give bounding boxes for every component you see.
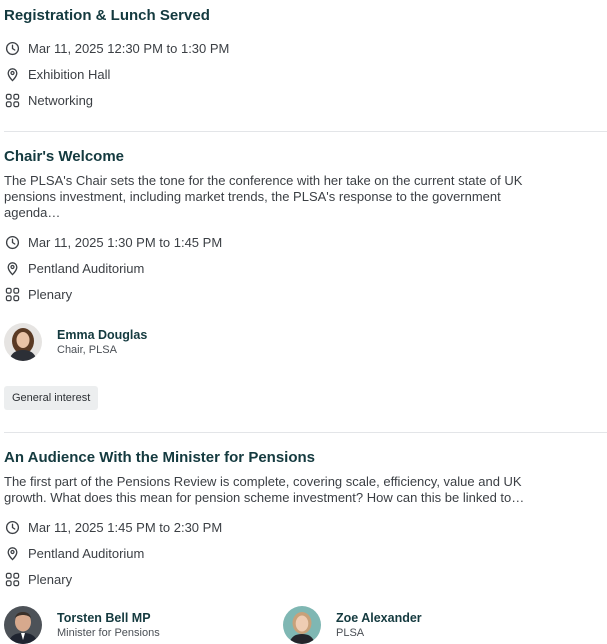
location-pin-icon	[4, 66, 20, 82]
session-track: Plenary	[4, 566, 607, 592]
session-title[interactable]: Chair's Welcome	[4, 147, 607, 167]
session-datetime: Mar 11, 2025 12:30 PM to 1:30 PM	[4, 35, 607, 61]
speaker-list: Torsten Bell MP Minister for Pensions Zo…	[4, 606, 607, 644]
session-location: Pentland Auditorium	[4, 540, 607, 566]
session-location: Exhibition Hall	[4, 61, 607, 87]
speaker-role: Minister for Pensions	[57, 626, 160, 639]
clock-icon	[4, 519, 20, 535]
grid-icon	[4, 286, 20, 302]
speaker-role: PLSA	[336, 626, 365, 639]
grid-icon	[4, 92, 20, 108]
topic-tag[interactable]: General interest	[4, 386, 99, 410]
session-registration-lunch[interactable]: Registration & Lunch Served Mar 11, 2025…	[0, 0, 607, 131]
speaker-card[interactable]: Torsten Bell MP Minister for Pensions	[4, 606, 283, 644]
session-description: The first part of the Pensions Review is…	[4, 474, 525, 505]
session-location: Pentland Auditorium	[4, 255, 607, 281]
speaker-card[interactable]: Emma Douglas Chair, PLSA	[4, 323, 147, 361]
session-datetime: Mar 11, 2025 1:45 PM to 2:30 PM	[4, 514, 607, 540]
location-pin-icon	[4, 545, 20, 561]
speaker-role: Chair, PLSA	[57, 343, 117, 356]
avatar	[283, 606, 321, 644]
speaker-name[interactable]: Zoe Alexander	[336, 611, 422, 626]
session-description: The PLSA's Chair sets the tone for the c…	[4, 173, 523, 220]
session-title[interactable]: An Audience With the Minister for Pensio…	[4, 448, 607, 468]
clock-icon	[4, 234, 20, 250]
grid-icon	[4, 571, 20, 587]
session-track: Plenary	[4, 281, 607, 307]
avatar	[4, 323, 42, 361]
speaker-name[interactable]: Torsten Bell MP	[57, 611, 160, 626]
speaker-card[interactable]: Zoe Alexander PLSA	[283, 606, 422, 644]
speaker-name[interactable]: Emma Douglas	[57, 328, 147, 343]
speaker-list: Emma Douglas Chair, PLSA	[4, 323, 607, 361]
session-track: Networking	[4, 87, 607, 113]
location-pin-icon	[4, 260, 20, 276]
session-datetime: Mar 11, 2025 1:30 PM to 1:45 PM	[4, 229, 607, 255]
session-minister-audience[interactable]: An Audience With the Minister for Pensio…	[0, 433, 607, 644]
clock-icon	[4, 40, 20, 56]
session-title[interactable]: Registration & Lunch Served	[4, 6, 607, 26]
session-chairs-welcome[interactable]: Chair's Welcome The PLSA's Chair sets th…	[0, 132, 607, 432]
avatar	[4, 606, 42, 644]
